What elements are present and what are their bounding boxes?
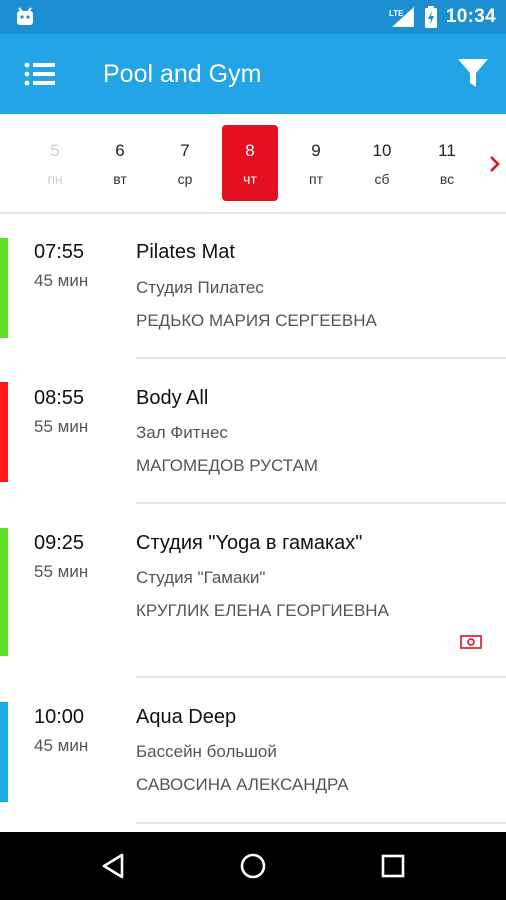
session-time: 08:55 xyxy=(34,387,85,409)
page-title: Pool and Gym xyxy=(103,60,262,88)
date-item[interactable]: 5 пн xyxy=(27,125,83,201)
list-item[interactable]: 07:55 45 мин Pilates Mat Студия Пилатес … xyxy=(0,216,506,360)
weekday-label: пн xyxy=(47,171,63,187)
weekday-label: ср xyxy=(177,171,193,187)
session-place: Зал Фитнес xyxy=(136,423,228,442)
divider xyxy=(136,676,506,678)
session-coach: РЕДЬКО МАРИЯ СЕРГЕЕВНА xyxy=(136,311,377,330)
menu-icon[interactable] xyxy=(24,60,56,88)
chevron-right-icon[interactable] xyxy=(488,152,502,176)
session-name: Aqua Deep xyxy=(136,706,237,728)
status-bar: LTE 10:34 xyxy=(0,0,506,34)
weekday-label: сб xyxy=(374,171,390,187)
session-duration: 55 мин xyxy=(34,562,89,581)
date-number: 7 xyxy=(180,141,190,160)
date-number: 6 xyxy=(115,141,125,160)
cash-icon xyxy=(460,635,482,649)
divider xyxy=(136,357,506,359)
session-name: Body All xyxy=(136,387,209,409)
date-number: 9 xyxy=(311,141,321,160)
weekday-label: вс xyxy=(439,171,455,187)
network-label: LTE xyxy=(389,9,404,18)
divider xyxy=(136,502,506,504)
battery-charging-icon xyxy=(424,6,437,28)
session-name: Студия "Yoga в гамаках" xyxy=(136,532,363,554)
system-nav-bar xyxy=(0,832,506,900)
date-item[interactable]: 7 ср xyxy=(157,125,213,201)
weekday-label: чт xyxy=(243,171,257,187)
list-item[interactable]: 09:25 55 мин Студия "Yoga в гамаках" Сту… xyxy=(0,506,506,680)
session-time: 09:25 xyxy=(34,532,85,554)
session-duration: 55 мин xyxy=(34,417,89,436)
date-item[interactable]: 9 пт xyxy=(288,125,344,201)
session-duration: 45 мин xyxy=(34,271,89,290)
android-icon xyxy=(17,7,33,25)
date-item-selected[interactable]: 8 чт xyxy=(222,125,278,201)
list-item[interactable]: 10:00 45 мин Aqua Deep Бассейн большой С… xyxy=(0,680,506,830)
date-number: 5 xyxy=(50,141,60,160)
session-name: Pilates Mat xyxy=(136,241,235,263)
session-time: 10:00 xyxy=(34,706,85,728)
category-color-bar xyxy=(0,702,8,802)
date-number: 11 xyxy=(438,141,456,160)
session-duration: 45 мин xyxy=(34,736,89,755)
date-strip: 5 пн 6 вт 7 ср 8 чт 9 пт 10 сб 11 вс xyxy=(0,114,506,214)
divider xyxy=(136,822,506,824)
home-icon[interactable] xyxy=(237,850,269,882)
app-bar: Pool and Gym xyxy=(0,34,506,114)
session-place: Студия Пилатес xyxy=(136,278,264,297)
category-color-bar xyxy=(0,382,8,482)
recents-icon[interactable] xyxy=(377,850,409,882)
session-coach: МАГОМЕДОВ РУСТАМ xyxy=(136,456,319,475)
session-coach: САВОСИНА АЛЕКСАНДРА xyxy=(136,775,349,794)
session-place: Студия "Гамаки" xyxy=(136,568,266,587)
date-number: 8 xyxy=(245,141,255,160)
session-coach: КРУГЛИК ЕЛЕНА ГЕОРГИЕВНА xyxy=(136,601,389,620)
filter-icon[interactable] xyxy=(456,56,490,90)
session-place: Бассейн большой xyxy=(136,742,277,761)
weekday-label: пт xyxy=(309,171,323,187)
date-item[interactable]: 10 сб xyxy=(354,125,410,201)
date-item[interactable]: 11 вс xyxy=(419,125,475,201)
category-color-bar xyxy=(0,528,8,656)
session-time: 07:55 xyxy=(34,241,85,263)
lte-signal-icon: LTE xyxy=(389,7,414,27)
list-item[interactable]: 08:55 55 мин Body All Зал Фитнес МАГОМЕД… xyxy=(0,360,506,506)
date-item[interactable]: 6 вт xyxy=(92,125,148,201)
back-icon[interactable] xyxy=(98,850,130,882)
date-number: 10 xyxy=(372,141,392,160)
clock: 10:34 xyxy=(445,6,496,27)
category-color-bar xyxy=(0,238,8,338)
weekday-label: вт xyxy=(113,171,127,187)
